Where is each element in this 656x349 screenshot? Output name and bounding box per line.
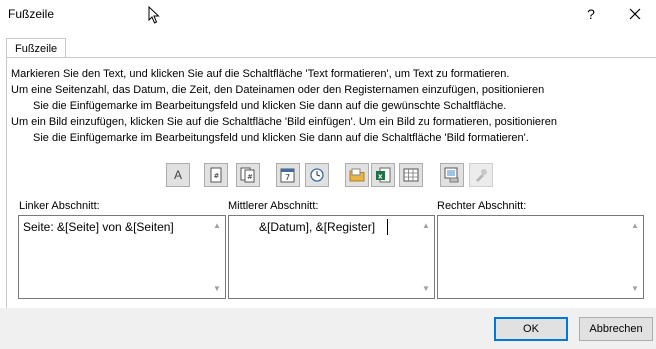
insert-picture-icon [444,167,459,183]
tab-fusszeile[interactable]: Fußzeile [6,38,67,59]
mouse-cursor-icon [148,5,160,27]
center-section-text: &[Datum], &[Register] [259,220,376,234]
tab-strip: Fußzeile [0,30,656,59]
insert-file-name-button[interactable]: x [371,163,395,187]
insert-sheet-name-button[interactable] [399,163,423,187]
scroll-down-icon: ▼ [422,284,430,293]
insert-file-path-button[interactable] [345,163,369,187]
insert-page-count-button[interactable]: # [236,163,260,187]
title-bar: Fußzeile ? [0,0,656,30]
scroll-down-icon: ▼ [631,284,639,293]
instruction-line-4: Um ein Bild einzufügen, klicken Sie auf … [11,116,557,128]
scroll-up-icon: ▲ [631,221,639,230]
date-icon: 7 [280,168,295,183]
close-icon [629,8,641,20]
page-number-icon: # [210,167,222,183]
sheet-grid-icon [403,168,419,182]
right-section-scrollbar[interactable]: ▲ ▼ [628,217,642,297]
scroll-down-icon: ▼ [213,284,221,293]
instruction-line-3: Sie die Einfügemarke im Bearbeitungsfeld… [33,100,507,112]
text-caret [387,219,388,235]
format-picture-button[interactable] [469,163,493,187]
format-text-button[interactable]: A [166,163,190,187]
center-section-label: Mittlerer Abschnitt: [228,200,319,212]
page-count-icon: # [240,167,255,183]
insert-picture-button[interactable] [440,163,464,187]
insert-date-button[interactable]: 7 [276,163,300,187]
format-text-icon: A [173,168,182,182]
instruction-line-1: Markieren Sie den Text, und klicken Sie … [11,68,510,80]
format-picture-icon [476,169,487,182]
excel-file-icon: x [376,167,391,183]
scroll-up-icon: ▲ [422,221,430,230]
insert-page-number-button[interactable]: # [204,163,228,187]
ok-button[interactable]: OK [494,317,568,341]
instruction-line-5: Sie die Einfügemarke im Bearbeitungsfeld… [33,132,529,144]
right-section-field[interactable]: ▲ ▼ [437,215,644,299]
left-section-label: Linker Abschnitt: [19,200,100,212]
svg-text:7: 7 [285,173,290,182]
scroll-up-icon: ▲ [213,221,221,230]
help-button[interactable]: ? [582,4,600,24]
svg-text:x: x [378,173,383,181]
time-icon [310,168,324,182]
svg-text:#: # [247,173,253,181]
right-section-label: Rechter Abschnitt: [437,200,527,212]
dialog-title: Fußzeile [8,7,55,21]
left-section-scrollbar[interactable]: ▲ ▼ [210,217,224,297]
insert-time-button[interactable] [305,163,329,187]
center-section-field[interactable]: &[Datum], &[Register] ▲ ▼ [228,215,435,299]
center-section-scrollbar[interactable]: ▲ ▼ [419,217,433,297]
folder-icon [349,168,365,182]
svg-text:#: # [214,172,220,180]
instruction-line-2: Um eine Seitenzahl, das Datum, die Zeit,… [11,84,545,96]
left-section-text: Seite: &[Seite] von &[Seiten] [23,220,174,234]
close-button[interactable] [625,4,645,24]
cancel-button[interactable]: Abbrechen [579,317,653,341]
left-section-field[interactable]: Seite: &[Seite] von &[Seiten] ▲ ▼ [18,215,226,299]
